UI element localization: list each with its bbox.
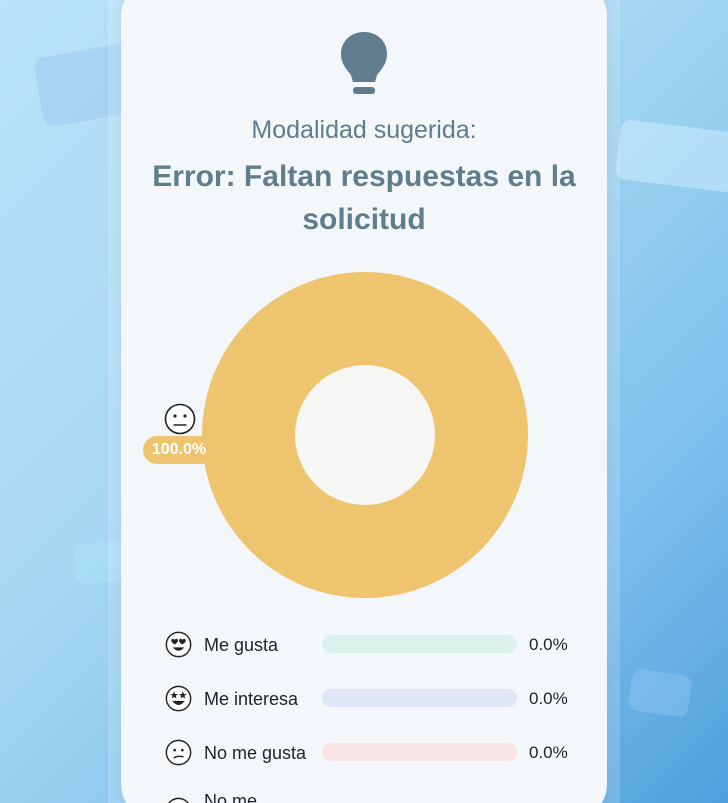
legend-bar-track bbox=[322, 635, 517, 653]
legend-label: No me gusta bbox=[204, 743, 307, 763]
legend-label: No me bbox=[204, 791, 258, 803]
slice-percent-badge: 100.0% bbox=[143, 436, 215, 464]
legend-row-me-interesa: Me interesa 0.0% bbox=[165, 683, 575, 713]
legend-bar-track bbox=[322, 743, 517, 761]
donut-hole bbox=[295, 365, 435, 505]
legend-label: Me interesa bbox=[204, 689, 299, 709]
donut-chart bbox=[202, 272, 528, 598]
neutral-face-icon bbox=[164, 403, 196, 435]
lightbulb-icon bbox=[341, 32, 387, 94]
star-struck-face-icon bbox=[165, 685, 192, 712]
legend-bar-track bbox=[322, 689, 517, 707]
legend-value: 0.0% bbox=[529, 743, 568, 762]
suggested-mode-label: Modalidad sugerida: bbox=[251, 116, 477, 144]
legend-value: 0.0% bbox=[529, 635, 568, 654]
legend-value: 0.0% bbox=[529, 689, 568, 708]
background-card bbox=[614, 118, 728, 194]
legend-row-me-gusta: Me gusta 0.0% bbox=[165, 629, 575, 659]
error-message: Error: Faltan respuestas en la solicitud bbox=[152, 160, 576, 236]
legend-label: Me gusta bbox=[204, 635, 279, 655]
neutral-face-icon bbox=[168, 797, 189, 803]
confused-face-icon bbox=[165, 739, 192, 766]
background-card bbox=[627, 668, 693, 718]
heart-eyes-face-icon bbox=[165, 631, 192, 658]
legend-row-no-me: No me bbox=[165, 791, 575, 803]
legend-row-no-me-gusta: No me gusta 0.0% bbox=[165, 737, 575, 767]
